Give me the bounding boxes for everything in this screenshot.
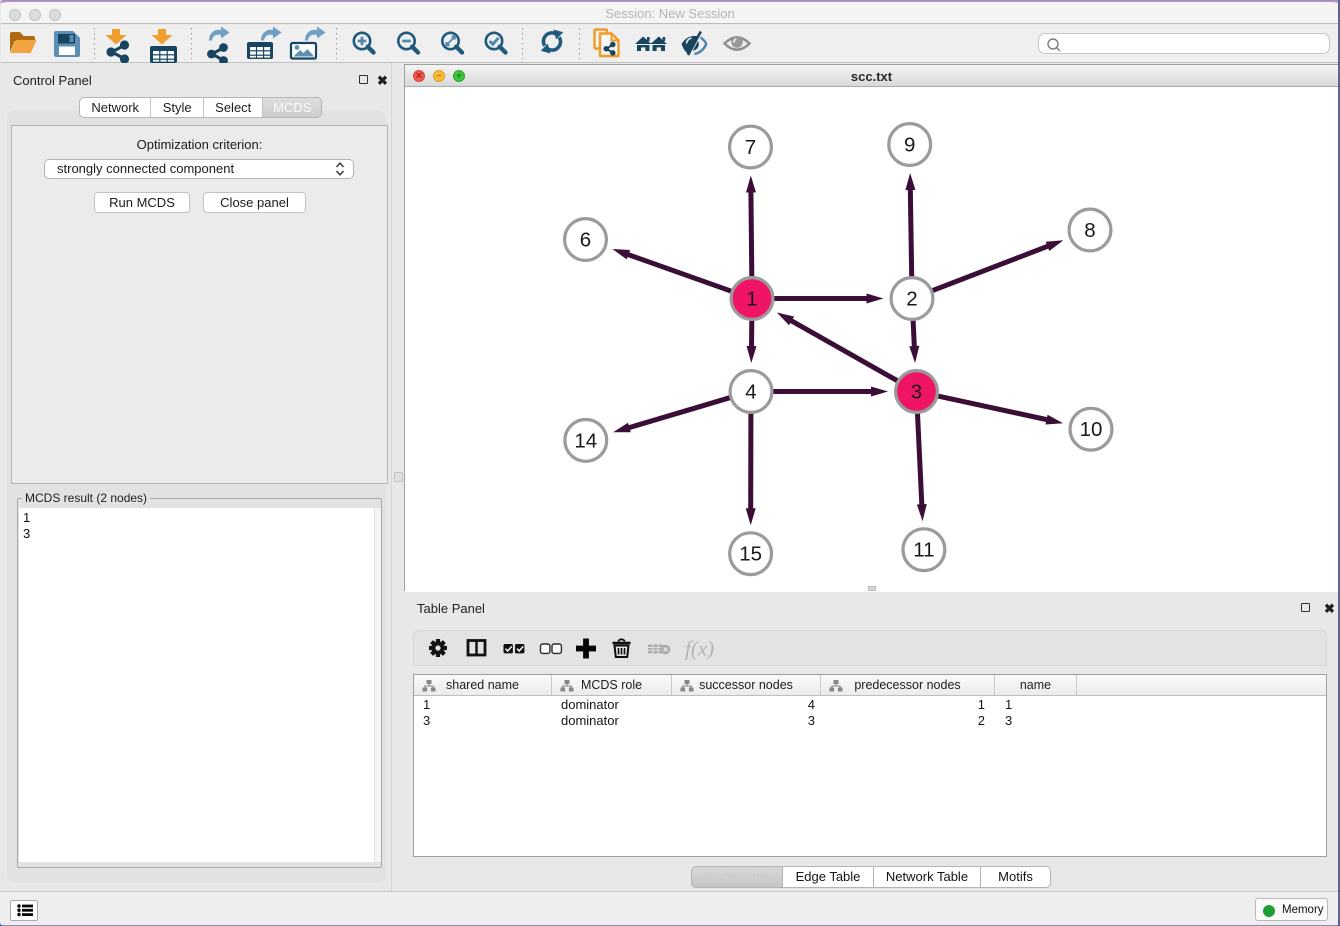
svg-text:14: 14	[574, 429, 597, 452]
svg-text:2: 2	[906, 288, 917, 311]
svg-text:15: 15	[739, 543, 762, 566]
svg-text:6: 6	[580, 229, 591, 252]
svg-text:3: 3	[911, 381, 922, 404]
svg-text:4: 4	[745, 381, 756, 404]
svg-text:9: 9	[904, 134, 915, 157]
svg-text:1: 1	[746, 288, 757, 311]
svg-text:10: 10	[1080, 418, 1103, 441]
svg-text:11: 11	[913, 539, 934, 562]
svg-text:7: 7	[745, 136, 756, 159]
svg-text:f(x): f(x)	[685, 637, 714, 661]
svg-text:8: 8	[1084, 219, 1095, 242]
